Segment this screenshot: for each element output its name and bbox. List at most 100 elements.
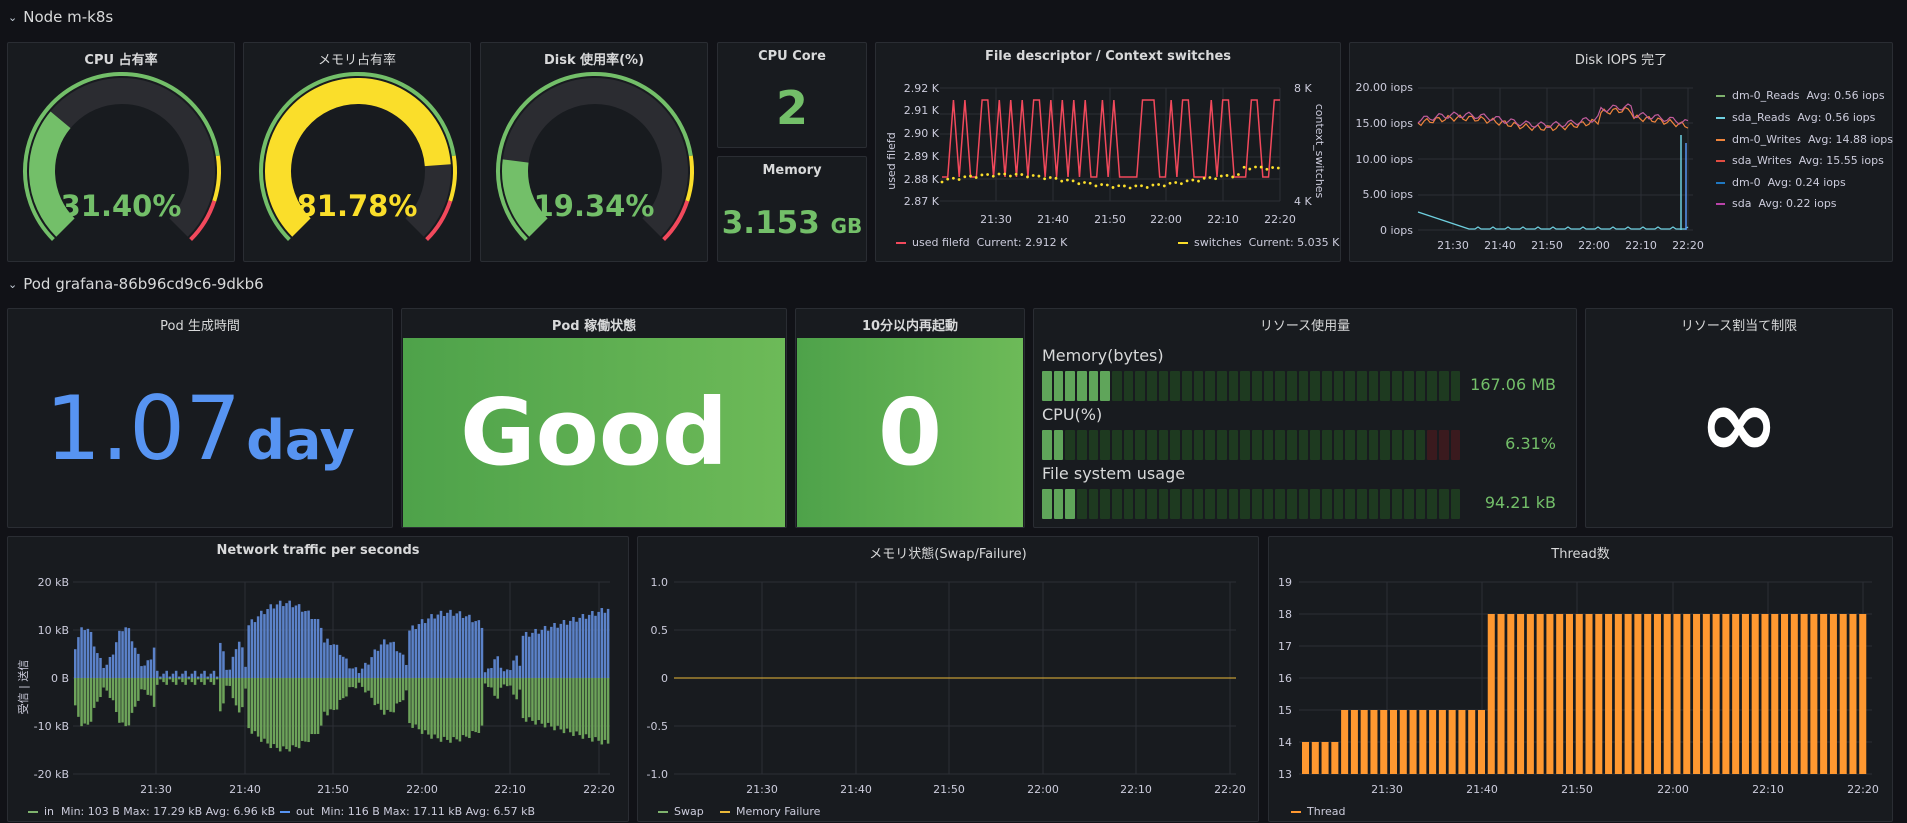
out-bar <box>165 670 168 678</box>
bar-segment <box>1123 371 1134 401</box>
cpu-gauge-panel[interactable]: CPU 占有率 31.40% <box>7 42 235 262</box>
legend-item[interactable]: out Min: 116 B Max: 17.11 kB Avg: 6.57 k… <box>280 805 535 818</box>
legend-item[interactable]: dm-0_Writes Avg: 14.88 iops <box>1716 133 1893 146</box>
out-bar <box>578 617 581 678</box>
fd-context-switch-panel[interactable]: File descriptor / Context switches 2.92 … <box>875 42 1341 262</box>
gauge-value: 81.78% <box>296 189 418 223</box>
out-bar <box>193 670 197 678</box>
switches-point <box>963 175 967 179</box>
out-bar <box>260 610 263 678</box>
out-bar <box>606 608 610 678</box>
thread-panel[interactable]: Thread数 19 18 17 16 15 14 13 21:30 21:40… <box>1268 536 1893 822</box>
out-bar <box>483 672 487 678</box>
in-bar <box>118 678 121 723</box>
out-bar <box>354 667 358 678</box>
out-bar <box>209 673 213 678</box>
out-bar <box>389 642 392 678</box>
bar-segment <box>1450 371 1461 401</box>
switches-point <box>1140 184 1143 188</box>
legend-item[interactable]: sda Avg: 0.22 iops <box>1716 197 1837 210</box>
cpu-core-panel[interactable]: CPU Core 2 <box>717 42 867 148</box>
in-bar <box>569 678 572 733</box>
in-bar <box>480 678 484 726</box>
legend-item[interactable]: sda_Writes Avg: 15.55 iops <box>1716 154 1884 167</box>
in-bar <box>376 678 380 704</box>
legend-stat: Min: 103 B Max: 17.29 kB Avg: 6.96 kB <box>61 805 276 818</box>
in-bar <box>313 678 317 735</box>
legend-item[interactable]: sda_Reads Avg: 0.56 iops <box>1716 111 1875 124</box>
in-bar <box>130 678 134 713</box>
in-bar <box>244 678 247 689</box>
out-bar <box>512 660 515 678</box>
thread-bar <box>1790 614 1798 774</box>
out-bar <box>584 618 588 678</box>
in-bar <box>86 678 90 725</box>
legend-item[interactable]: switches Current: 5.035 K <box>1178 236 1339 249</box>
in-bar <box>534 678 537 725</box>
out-bar <box>401 654 405 678</box>
legend-item[interactable]: dm-0_Reads Avg: 0.56 iops <box>1716 89 1885 102</box>
bar-segment <box>1158 430 1169 460</box>
bar-segment <box>1310 430 1321 460</box>
in-bar <box>591 678 594 742</box>
legend-stat: Current: 2.912 K <box>976 236 1068 249</box>
bar-segment <box>1217 430 1227 460</box>
bar-segment <box>1310 489 1321 519</box>
in-bar <box>461 678 465 736</box>
legend-item[interactable]: in Min: 103 B Max: 17.29 kB Avg: 6.96 kB <box>28 805 275 818</box>
legend-item[interactable]: Swap <box>658 805 704 818</box>
legend-item[interactable]: Thread <box>1291 805 1345 818</box>
bar-segment <box>1053 430 1064 460</box>
thread-bar <box>1438 710 1446 774</box>
in-bar <box>455 678 459 740</box>
pod-age-number: 1.07 <box>45 377 242 480</box>
memory-gauge <box>259 72 457 242</box>
in-bar <box>439 678 443 742</box>
in-bar <box>77 678 80 717</box>
out-bar <box>518 665 522 678</box>
out-bar <box>301 611 304 678</box>
bar-segment <box>1252 371 1262 401</box>
disk-iops-panel[interactable]: Disk IOPS 完了 20.00 iops 15.00 iops 10.00… <box>1349 42 1893 262</box>
memory-panel[interactable]: Memory 3.153 GB <box>717 156 867 262</box>
in-bar <box>578 678 581 736</box>
legend-item[interactable]: dm-0 Avg: 0.24 iops <box>1716 176 1846 189</box>
legend-label: sda <box>1732 197 1752 210</box>
row-header-node[interactable]: ⌄ Node m-k8s <box>8 6 113 28</box>
thread-bar <box>1341 710 1349 774</box>
out-bar <box>565 624 569 678</box>
thread-bar <box>1644 614 1652 774</box>
legend-label: used filefd <box>912 236 970 249</box>
chevron-down-icon: ⌄ <box>8 277 18 291</box>
out-bar <box>184 670 187 678</box>
disk-gauge-panel[interactable]: Disk 使用率(%) 19.34% <box>480 42 708 262</box>
y-tick: 2.87 K <box>904 195 940 208</box>
switches-point <box>986 173 989 176</box>
legend-swatch <box>1178 241 1188 244</box>
legend-stat: Avg: 0.56 iops <box>1797 111 1876 124</box>
thread-bar <box>1693 614 1701 774</box>
in-bar <box>594 678 597 738</box>
pod-age-panel[interactable]: Pod 生成時間 1.07 day <box>7 308 393 528</box>
restarts-panel[interactable]: 10分以内再起動 0 <box>795 308 1025 528</box>
network-panel[interactable]: Network traffic per seconds 20 kB 10 kB … <box>7 536 629 822</box>
panel-title: Pod 稼働状態 <box>551 319 637 334</box>
restarts-value: 0 <box>877 379 942 486</box>
in-bar <box>496 678 500 699</box>
out-bar <box>253 622 257 678</box>
out-bar <box>266 609 269 678</box>
y-tick: -20 kB <box>34 768 69 781</box>
restarts-fill: 0 <box>797 338 1023 527</box>
legend-item[interactable]: used filefd Current: 2.912 K <box>896 236 1067 249</box>
in-bar <box>225 678 228 686</box>
bar-segment <box>1135 489 1146 519</box>
out-bar <box>528 636 531 678</box>
limits-panel[interactable]: リソース割当て制限 ∞ <box>1585 308 1893 528</box>
legend-item[interactable]: Memory Failure <box>720 805 820 818</box>
memory-state-panel[interactable]: メモリ状態(Swap/Failure) 1.0 0.5 0 -0.5 -1.0 … <box>637 536 1259 822</box>
row-header-pod[interactable]: ⌄ Pod grafana-86b96cd9c6-9dkb6 <box>8 273 264 295</box>
switches-point <box>1248 167 1252 171</box>
pod-status-panel[interactable]: Pod 稼働状態 Good <box>401 308 787 528</box>
memory-gauge-panel[interactable]: メモリ占有率 81.78% <box>243 42 471 262</box>
in-bar <box>603 678 607 740</box>
